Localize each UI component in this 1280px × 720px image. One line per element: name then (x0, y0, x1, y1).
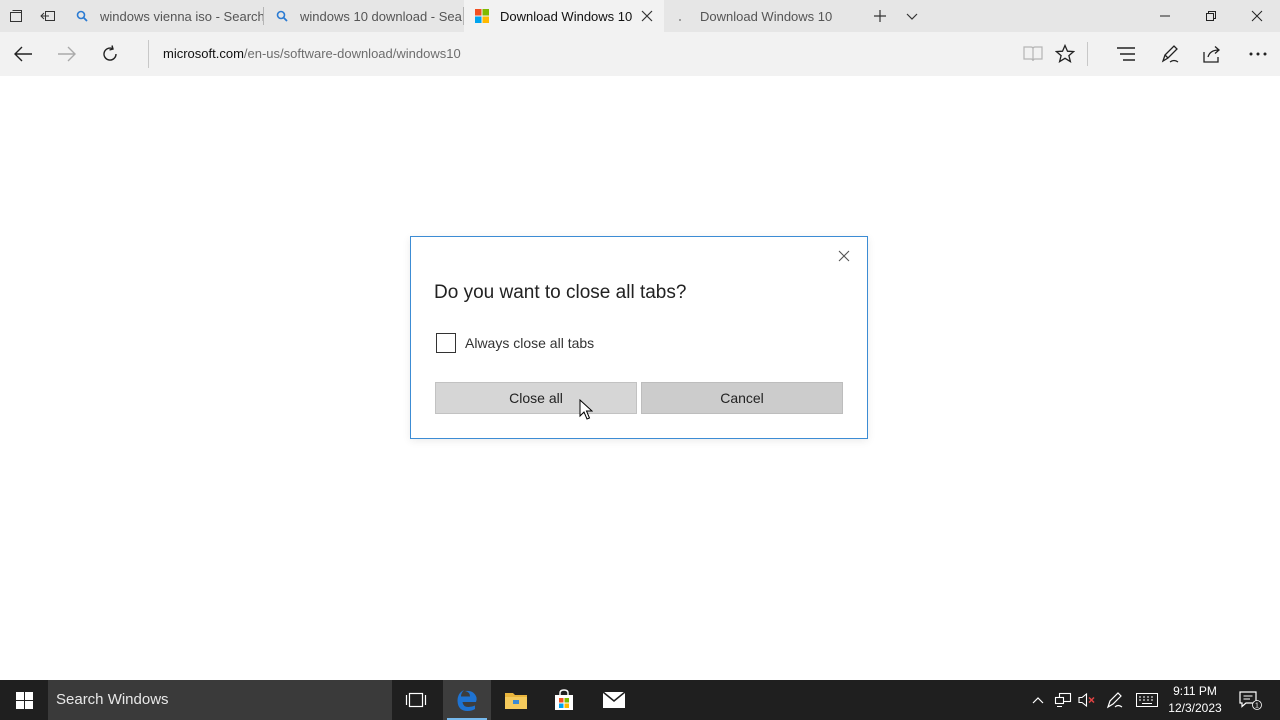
cancel-button[interactable]: Cancel (641, 382, 843, 414)
toolbar-divider (1087, 42, 1088, 66)
address-host: microsoft.com (163, 46, 244, 61)
more-menu-icon[interactable] (1243, 39, 1273, 69)
always-close-checkbox[interactable] (436, 333, 456, 353)
close-all-button[interactable]: Close all (435, 382, 637, 414)
search-icon (274, 8, 290, 24)
search-icon (74, 8, 90, 24)
action-center-icon[interactable]: 1 (1236, 680, 1264, 720)
favorite-star-icon[interactable] (1050, 39, 1080, 69)
mouse-pointer-icon (579, 398, 594, 421)
loading-icon (674, 8, 690, 24)
back-arrow-icon[interactable] (8, 39, 38, 69)
tab-preview-chevron-icon[interactable] (896, 0, 928, 32)
notification-count: 1 (1255, 703, 1259, 710)
file-explorer-icon[interactable] (492, 680, 540, 720)
volume-muted-icon[interactable] (1076, 680, 1098, 720)
tab-title: windows vienna iso - Search (100, 8, 264, 24)
web-note-pen-icon[interactable] (1155, 39, 1185, 69)
new-tab-icon[interactable] (864, 0, 896, 32)
refresh-icon[interactable] (95, 39, 125, 69)
tab-download-windows-loading[interactable]: Download Windows 10 (664, 0, 864, 32)
navigation-bar: microsoft.com/en-us/software-download/wi… (0, 32, 1280, 76)
windows-ink-pen-icon[interactable] (1104, 680, 1126, 720)
minimize-icon[interactable] (1142, 0, 1188, 32)
edge-browser-icon[interactable] (443, 680, 491, 720)
taskbar: Search Windows 9:11 PM 12/3/2023 1 (0, 680, 1280, 720)
show-hidden-icons-chevron-icon[interactable] (1028, 680, 1048, 720)
clock-time: 9:11 PM (1173, 684, 1217, 698)
tab-strip: windows vienna iso - Search windows 10 d… (0, 0, 1280, 32)
address-path: /en-us/software-download/windows10 (243, 46, 461, 61)
restore-icon[interactable] (1188, 0, 1234, 32)
address-bar[interactable]: microsoft.com/en-us/software-download/wi… (148, 40, 1008, 68)
tab-search-download[interactable]: windows 10 download - Sea (264, 0, 464, 32)
close-tabs-dialog: Do you want to close all tabs? Always cl… (410, 236, 868, 439)
always-close-row[interactable]: Always close all tabs (436, 333, 594, 353)
set-tabs-aside-icon[interactable] (32, 0, 64, 32)
touch-keyboard-icon[interactable] (1134, 680, 1160, 720)
tab-title: Download Windows 10 (700, 8, 833, 24)
dialog-close-icon[interactable] (833, 245, 855, 267)
store-icon[interactable] (540, 680, 588, 720)
forward-arrow-icon[interactable] (52, 39, 82, 69)
share-icon[interactable] (1198, 39, 1228, 69)
microsoft-logo-icon (474, 8, 490, 24)
clock[interactable]: 9:11 PM 12/3/2023 (1160, 683, 1230, 717)
windows-start-icon[interactable] (0, 680, 48, 720)
mail-icon[interactable] (590, 680, 638, 720)
reading-view-icon[interactable] (1018, 39, 1048, 69)
clock-date: 12/3/2023 (1168, 701, 1222, 715)
tab-search-vienna[interactable]: windows vienna iso - Search (64, 0, 264, 32)
close-window-icon[interactable] (1234, 0, 1280, 32)
dialog-title: Do you want to close all tabs? (434, 282, 687, 303)
tab-download-windows-active[interactable]: Download Windows 10 (464, 0, 664, 32)
always-close-label[interactable]: Always close all tabs (465, 335, 594, 351)
tab-title: Download Windows 10 (500, 8, 633, 24)
task-view-icon[interactable] (392, 680, 440, 720)
hub-icon[interactable] (1111, 39, 1141, 69)
window-controls (1142, 0, 1280, 32)
close-tab-icon[interactable] (640, 9, 654, 23)
taskbar-search-box[interactable]: Search Windows (48, 680, 392, 720)
tabs-aside-icon[interactable] (0, 0, 32, 32)
network-icon[interactable] (1052, 680, 1074, 720)
tab-title: windows 10 download - Sea (300, 8, 462, 24)
